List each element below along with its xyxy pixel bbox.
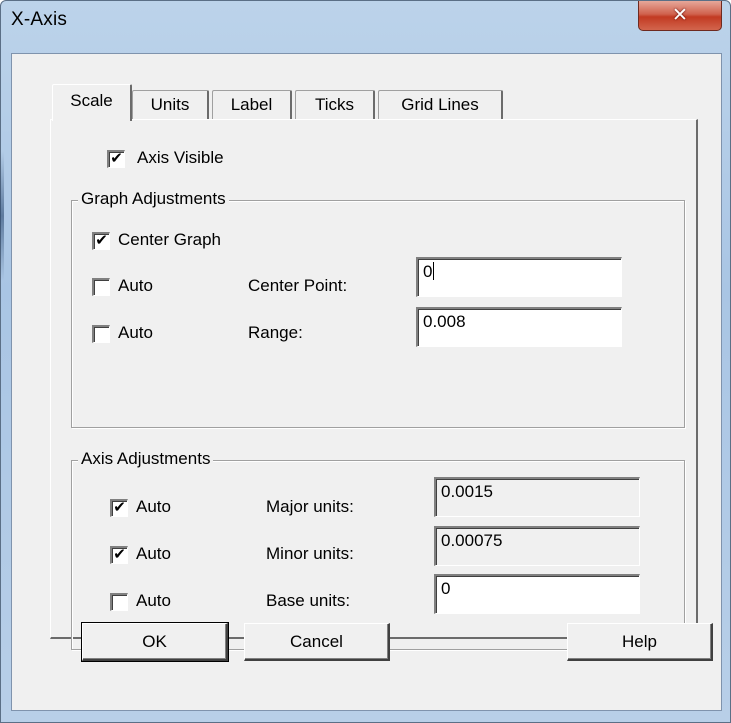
base-units-input[interactable]: 0 [434,574,640,614]
center-point-value: 0 [423,262,433,281]
center-graph-label: Center Graph [118,230,221,249]
help-button-label: Help [622,632,657,651]
base-units-value: 0 [441,579,451,598]
minor-units-auto-label: Auto [136,544,171,563]
tab-label: Ticks [314,95,355,114]
tab-grid-lines[interactable]: Grid Lines [378,90,503,120]
base-units-auto-label: Auto [136,591,171,610]
cancel-button[interactable]: Cancel [244,623,390,661]
check-mark-icon: ✔ [113,545,126,563]
major-units-value: 0.0015 [441,482,493,501]
major-units-auto-checkbox[interactable]: ✔ [110,498,128,517]
minor-units-value: 0.00075 [441,531,503,550]
tab-label[interactable]: Label [212,90,292,120]
range-auto-label: Auto [118,323,153,342]
tab-label: Units [150,95,190,114]
center-point-input[interactable]: 0 [416,257,622,297]
tab-ticks[interactable]: Ticks [295,90,375,120]
cancel-button-label: Cancel [290,632,343,651]
check-mark-icon: ✔ [110,149,123,167]
close-button[interactable]: ✕ [638,1,722,31]
help-button[interactable]: Help [567,623,713,661]
major-units-auto-label: Auto [136,497,171,516]
dialog-window: X-Axis ✕ Scale Units Label Ticks Grid Li… [0,0,731,723]
base-units-auto-checkbox[interactable] [110,593,128,611]
axis-visible-checkbox[interactable]: ✔ [107,149,125,168]
major-units-label: Major units: [266,497,354,516]
ok-button[interactable]: OK [81,622,229,662]
tab-label: Label [230,95,273,114]
window-title: X-Axis [11,9,68,30]
check-mark-icon: ✔ [113,498,126,516]
minor-units-field: 0.00075 [434,526,640,566]
tab-scale[interactable]: Scale [52,84,132,121]
tab-label: Scale [70,91,113,110]
major-units-field: 0.0015 [434,477,640,517]
graph-adjustments-title: Graph Adjustments [78,189,229,209]
title-bar[interactable]: X-Axis ✕ [1,1,730,53]
center-point-auto-label: Auto [118,276,153,295]
axis-visible-label: Axis Visible [137,148,224,167]
range-auto-checkbox[interactable] [92,325,110,343]
minor-units-label: Minor units: [266,544,354,563]
center-point-label: Center Point: [248,276,348,295]
close-icon: ✕ [672,4,688,26]
range-label: Range: [248,323,303,342]
dialog-client-area: Scale Units Label Ticks Grid Lines ✔ Axi… [11,53,722,711]
text-caret [433,262,435,280]
range-input[interactable]: 0.008 [416,307,622,347]
axis-adjustments-rows: ✔ Auto Major units: 0.0015 ✔ Auto Minor … [70,459,718,629]
center-graph-checkbox[interactable]: ✔ [92,231,110,250]
tab-label: Grid Lines [401,95,479,114]
center-point-auto-checkbox[interactable] [92,278,110,296]
check-mark-icon: ✔ [95,231,108,249]
ok-button-label: OK [142,632,167,651]
range-value: 0.008 [423,312,466,331]
graph-adjustments-group: Graph Adjustments ✔ Center Graph Auto Ce… [71,189,685,428]
base-units-label: Base units: [266,591,351,610]
tab-units[interactable]: Units [132,90,209,120]
minor-units-auto-checkbox[interactable]: ✔ [110,545,128,564]
